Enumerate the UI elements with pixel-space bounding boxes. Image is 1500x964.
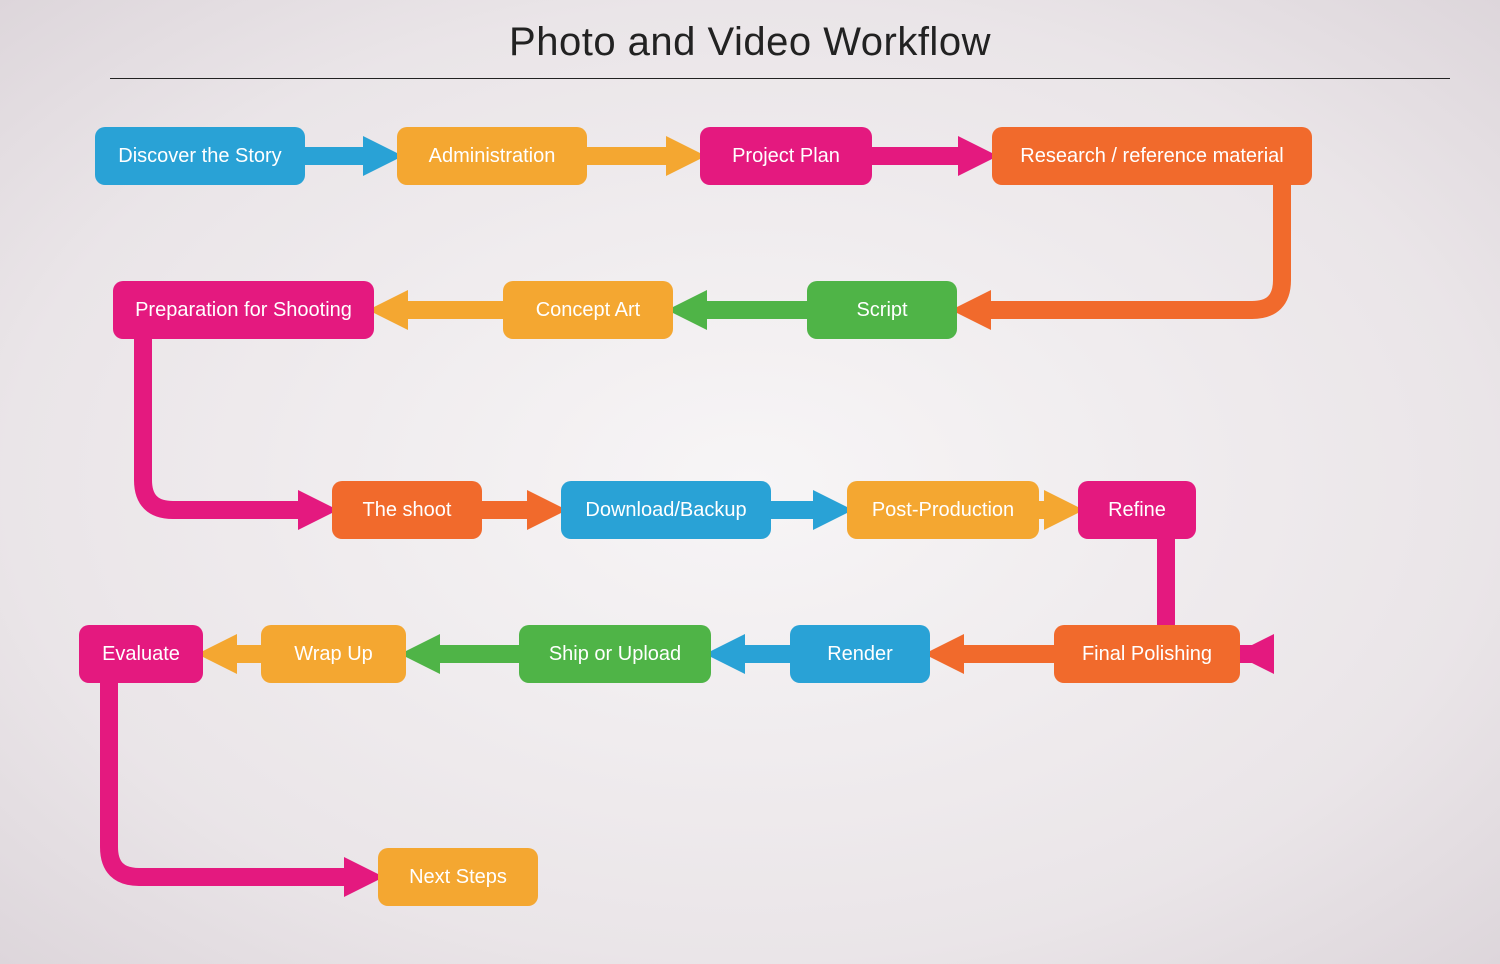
flow-node-script: Script <box>807 281 957 339</box>
flow-node-conceptart: Concept Art <box>503 281 673 339</box>
flow-canvas: Discover the Story Administration Project … <box>0 0 1500 964</box>
flow-node-nextsteps: Next Steps <box>378 848 538 906</box>
flow-node-wrapup: Wrap Up <box>261 625 406 683</box>
flow-node-postprod: Post-Production <box>847 481 1039 539</box>
flow-node-research: Research / reference material <box>992 127 1312 185</box>
flow-node-render: Render <box>790 625 930 683</box>
flow-node-discover: Discover the Story <box>95 127 305 185</box>
flow-node-administration: Administration <box>397 127 587 185</box>
flow-node-preparation: Preparation for Shooting <box>113 281 374 339</box>
flow-node-projectplan: Project Plan <box>700 127 872 185</box>
flow-node-finalpolish: Final Polishing <box>1054 625 1240 683</box>
flow-node-download: Download/Backup <box>561 481 771 539</box>
flow-node-evaluate: Evaluate <box>79 625 203 683</box>
flow-node-refine: Refine <box>1078 481 1196 539</box>
flow-node-ship: Ship or Upload <box>519 625 711 683</box>
flow-node-theshoot: The shoot <box>332 481 482 539</box>
